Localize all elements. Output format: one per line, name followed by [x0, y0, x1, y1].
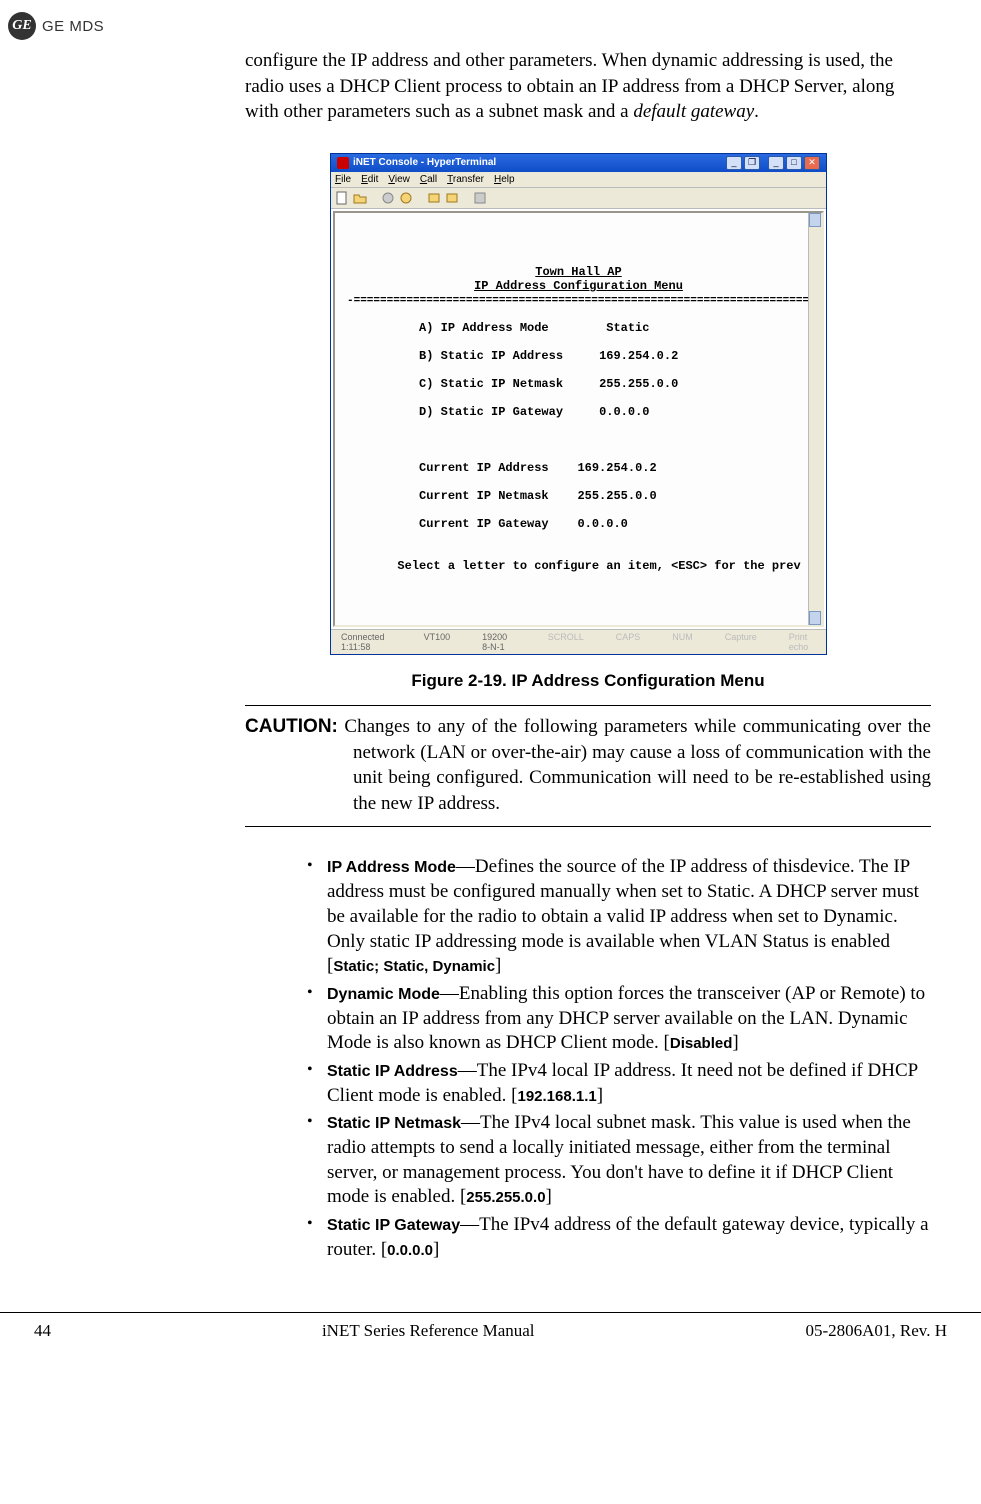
window-titlebar: iNET Console - HyperTerminal _ ❐ _ □ ✕ [331, 154, 826, 172]
open-icon[interactable] [353, 191, 367, 205]
footer-title: iNET Series Reference Manual [322, 1321, 535, 1341]
app-icon [337, 157, 349, 169]
footer-page-number: 44 [34, 1321, 51, 1341]
intro-paragraph: configure the IP address and other param… [245, 48, 931, 125]
ge-logo-icon: GE [8, 12, 36, 40]
terminal-screenshot: iNET Console - HyperTerminal _ ❐ _ □ ✕ F… [330, 153, 827, 655]
new-icon[interactable] [335, 191, 349, 205]
close-icon[interactable]: ✕ [804, 156, 820, 170]
list-item: Static IP Gateway—The IPv4 address of th… [307, 1213, 931, 1262]
menu-edit[interactable]: Edit [361, 174, 378, 185]
list-item: Static IP Address—The IPv4 local IP addr… [307, 1059, 931, 1108]
status-bar: Connected 1:11:58 VT100 19200 8-N-1 SCRO… [331, 629, 826, 654]
bullet-list: IP Address Mode—Defines the source of th… [245, 855, 931, 1262]
status-capture: Capture [719, 632, 763, 652]
status-speed: 19200 8-N-1 [476, 632, 522, 652]
menu-transfer[interactable]: Transfer [447, 174, 484, 185]
window-controls: _ ❐ _ □ ✕ [726, 156, 820, 170]
content-area: configure the IP address and other param… [0, 48, 981, 1262]
page-header: GE GE MDS [0, 0, 981, 48]
scrollbar[interactable] [808, 213, 822, 625]
menu-bar: File Edit View Call Transfer Help [331, 172, 826, 188]
status-caps: CAPS [610, 632, 647, 652]
send-icon[interactable] [427, 191, 441, 205]
menu-help[interactable]: Help [494, 174, 515, 185]
menu-view[interactable]: View [388, 174, 410, 185]
minimize2-icon[interactable]: _ [768, 156, 784, 170]
status-print: Print echo [783, 632, 822, 652]
disconnect-icon[interactable] [399, 191, 413, 205]
caution-text: CAUTION: Changes to any of the following… [245, 714, 931, 817]
toolbar [331, 188, 826, 209]
maximize-icon[interactable]: □ [786, 156, 802, 170]
menu-file[interactable]: File [335, 174, 351, 185]
minimize-icon[interactable]: _ [726, 156, 742, 170]
properties-icon[interactable] [473, 191, 487, 205]
list-item: Static IP Netmask—The IPv4 local subnet … [307, 1111, 931, 1210]
brand-text: GE MDS [42, 18, 104, 35]
page-footer: 44 iNET Series Reference Manual 05-2806A… [0, 1312, 981, 1361]
receive-icon[interactable] [445, 191, 459, 205]
terminal-content: Town Hall AP IP Address Configuration Me… [335, 251, 822, 573]
scroll-up-icon[interactable] [809, 213, 821, 227]
footer-docid: 05-2806A01, Rev. H [805, 1321, 947, 1341]
list-item: Dynamic Mode—Enabling this option forces… [307, 982, 931, 1056]
scroll-down-icon[interactable] [809, 611, 821, 625]
connect-icon[interactable] [381, 191, 395, 205]
window-title: iNET Console - HyperTerminal [353, 157, 496, 168]
caution-block: CAUTION: Changes to any of the following… [245, 705, 931, 828]
status-scroll: SCROLL [542, 632, 590, 652]
restore-icon[interactable]: ❐ [744, 156, 760, 170]
status-time: Connected 1:11:58 [335, 632, 398, 652]
figure-caption: Figure 2-19. IP Address Configuration Me… [245, 671, 931, 691]
list-item: IP Address Mode—Defines the source of th… [307, 855, 931, 978]
terminal-body: Town Hall AP IP Address Configuration Me… [333, 211, 824, 627]
status-num: NUM [666, 632, 699, 652]
status-emulation: VT100 [418, 632, 457, 652]
menu-call[interactable]: Call [420, 174, 437, 185]
